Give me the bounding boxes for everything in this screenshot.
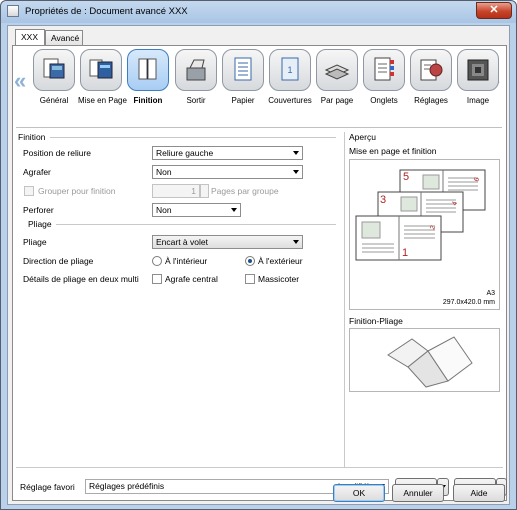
chevron-down-icon: [293, 240, 299, 244]
ribbon-item-general[interactable]: Général: [31, 49, 77, 105]
fold-value: Encart à volet: [156, 237, 208, 247]
ribbon-item-image[interactable]: Image: [455, 49, 501, 105]
staple-combo[interactable]: Non: [152, 165, 303, 179]
ribbon-item-sortir[interactable]: Sortir: [173, 49, 219, 105]
ribbon-label-sortir: Sortir: [186, 96, 206, 105]
outside-label: À l'extérieur: [258, 256, 303, 266]
favorite-value: Réglages prédéfinis: [89, 481, 165, 491]
dialog-window: Propriétés de : Document avancé XXX ✕ XX…: [0, 0, 517, 510]
ribbon-label-general: Général: [39, 96, 69, 105]
binding-value: Reliure gauche: [156, 148, 214, 158]
ok-button[interactable]: OK: [333, 484, 385, 502]
spin-arrows-icon[interactable]: [200, 184, 209, 198]
title-bar[interactable]: Propriétés de : Document avancé XXX ✕: [1, 1, 516, 23]
punch-combo[interactable]: Non: [152, 203, 241, 217]
page-number-5: 5: [403, 171, 409, 183]
svg-text:1: 1: [287, 65, 292, 75]
image-icon: [457, 49, 499, 91]
chevron-down-icon: [231, 208, 237, 212]
feature-ribbon: « » Général Mise en Page: [13, 46, 506, 128]
ribbon-label-image: Image: [466, 96, 490, 105]
fold-combo[interactable]: Encart à volet: [152, 235, 303, 249]
output-icon: [175, 49, 217, 91]
help-button[interactable]: Aide: [453, 484, 505, 502]
preview-sheet-1: [355, 215, 442, 261]
group-spin-input[interactable]: 1: [152, 184, 200, 198]
layout-preview-label: Mise en page et finition: [349, 146, 437, 156]
window-title: Propriétés de : Document avancé XXX: [25, 6, 188, 17]
pliage-group-title: Pliage: [28, 219, 52, 229]
paper-size-label: A3: [486, 290, 495, 297]
ribbon-item-onglets[interactable]: Onglets: [361, 49, 407, 105]
chevron-down-icon: [293, 151, 299, 155]
general-icon: [33, 49, 75, 91]
finishing-settings: Finition Position de reliure Reliure gau…: [16, 132, 338, 467]
group-label: Grouper pour finition: [38, 186, 116, 196]
booklet-preview-graphic: 5 6 3 4 1 2: [355, 169, 486, 261]
binding-label: Position de reliure: [23, 148, 92, 158]
ribbon-item-reglages[interactable]: Réglages: [408, 49, 454, 105]
inside-label: À l'intérieur: [165, 256, 208, 266]
fold-preview-graphic: [387, 336, 473, 388]
fold-label: Pliage: [23, 237, 47, 247]
covers-icon: 1: [269, 49, 311, 91]
cancel-button[interactable]: Annuler: [392, 484, 444, 502]
tabs-icon: [363, 49, 405, 91]
layout-icon: [80, 49, 122, 91]
punch-value: Non: [156, 205, 172, 215]
fold-preview-box: [349, 328, 500, 392]
page-number-3: 3: [380, 194, 386, 206]
finition-group-title: Finition: [18, 132, 46, 142]
per-page-icon: [316, 49, 358, 91]
ribbon-item-mise-en-page[interactable]: Mise en Page: [78, 49, 127, 105]
group-checkbox[interactable]: [24, 186, 34, 196]
staple-value: Non: [156, 167, 172, 177]
finition-group-line: [50, 137, 336, 138]
ribbon-item-couvertures[interactable]: 1 Couvertures: [267, 49, 313, 105]
printer-icon: [7, 5, 19, 17]
ribbon-label-onglets: Onglets: [370, 96, 398, 105]
finishing-icon: [127, 49, 169, 91]
ribbon-item-finition[interactable]: Finition: [125, 49, 171, 105]
outside-radio[interactable]: [245, 256, 255, 266]
footer-separator: [16, 467, 503, 468]
favorite-label: Réglage favori: [20, 482, 75, 492]
ribbon-label-reglages: Réglages: [414, 96, 448, 105]
preview-pane: Aperçu Mise en page et finition 5 6 3 4 …: [344, 132, 501, 467]
center-staple-checkbox[interactable]: [152, 274, 162, 284]
ribbon-label-finition: Finition: [133, 96, 163, 105]
ribbon-label-papier: Papier: [231, 96, 255, 105]
fold-preview-label: Finition-Pliage: [349, 316, 403, 326]
close-button[interactable]: ✕: [476, 2, 512, 19]
ribbon-label-mise-en-page: Mise en Page: [78, 96, 127, 105]
ribbon-label-couvertures: Couvertures: [268, 96, 312, 105]
multi-fold-details-label: Détails de pliage en deux multi: [23, 274, 139, 284]
trimmer-checkbox[interactable]: [245, 274, 255, 284]
trimmer-label: Massicoter: [258, 274, 300, 284]
fold-direction-label: Direction de pliage: [23, 256, 94, 266]
tab-panel: « » Général Mise en Page: [12, 45, 507, 501]
pliage-group-line: [56, 224, 336, 225]
ribbon-prev-icon[interactable]: «: [14, 68, 26, 94]
center-staple-label: Agrafe central: [165, 274, 218, 284]
paper-dimensions-label: 297.0x420.0 mm: [442, 299, 495, 306]
tab-avance[interactable]: Avancé: [45, 30, 83, 45]
inside-radio[interactable]: [152, 256, 162, 266]
staple-label: Agrafer: [23, 167, 51, 177]
punch-label: Perforer: [23, 205, 54, 215]
page-number-1: 1: [402, 247, 408, 259]
pages-per-group-label: Pages par groupe: [211, 186, 279, 196]
dialog-client: XXX Avancé « » Général Mise en Page: [7, 25, 510, 505]
chevron-down-icon: [293, 170, 299, 174]
layout-preview-box: 5 6 3 4 1 2 A3 297.0x420.0 mm: [349, 159, 500, 310]
paper-icon: [222, 49, 264, 91]
binding-combo[interactable]: Reliure gauche: [152, 146, 303, 160]
ribbon-item-papier[interactable]: Papier: [220, 49, 266, 105]
ribbon-separator: [16, 127, 502, 128]
ribbon-item-par-page[interactable]: Par page: [314, 49, 360, 105]
ribbon-label-par-page: Par page: [320, 96, 354, 105]
settings-icon: [410, 49, 452, 91]
tab-xxx[interactable]: XXX: [15, 29, 45, 45]
preview-title: Aperçu: [349, 132, 376, 142]
